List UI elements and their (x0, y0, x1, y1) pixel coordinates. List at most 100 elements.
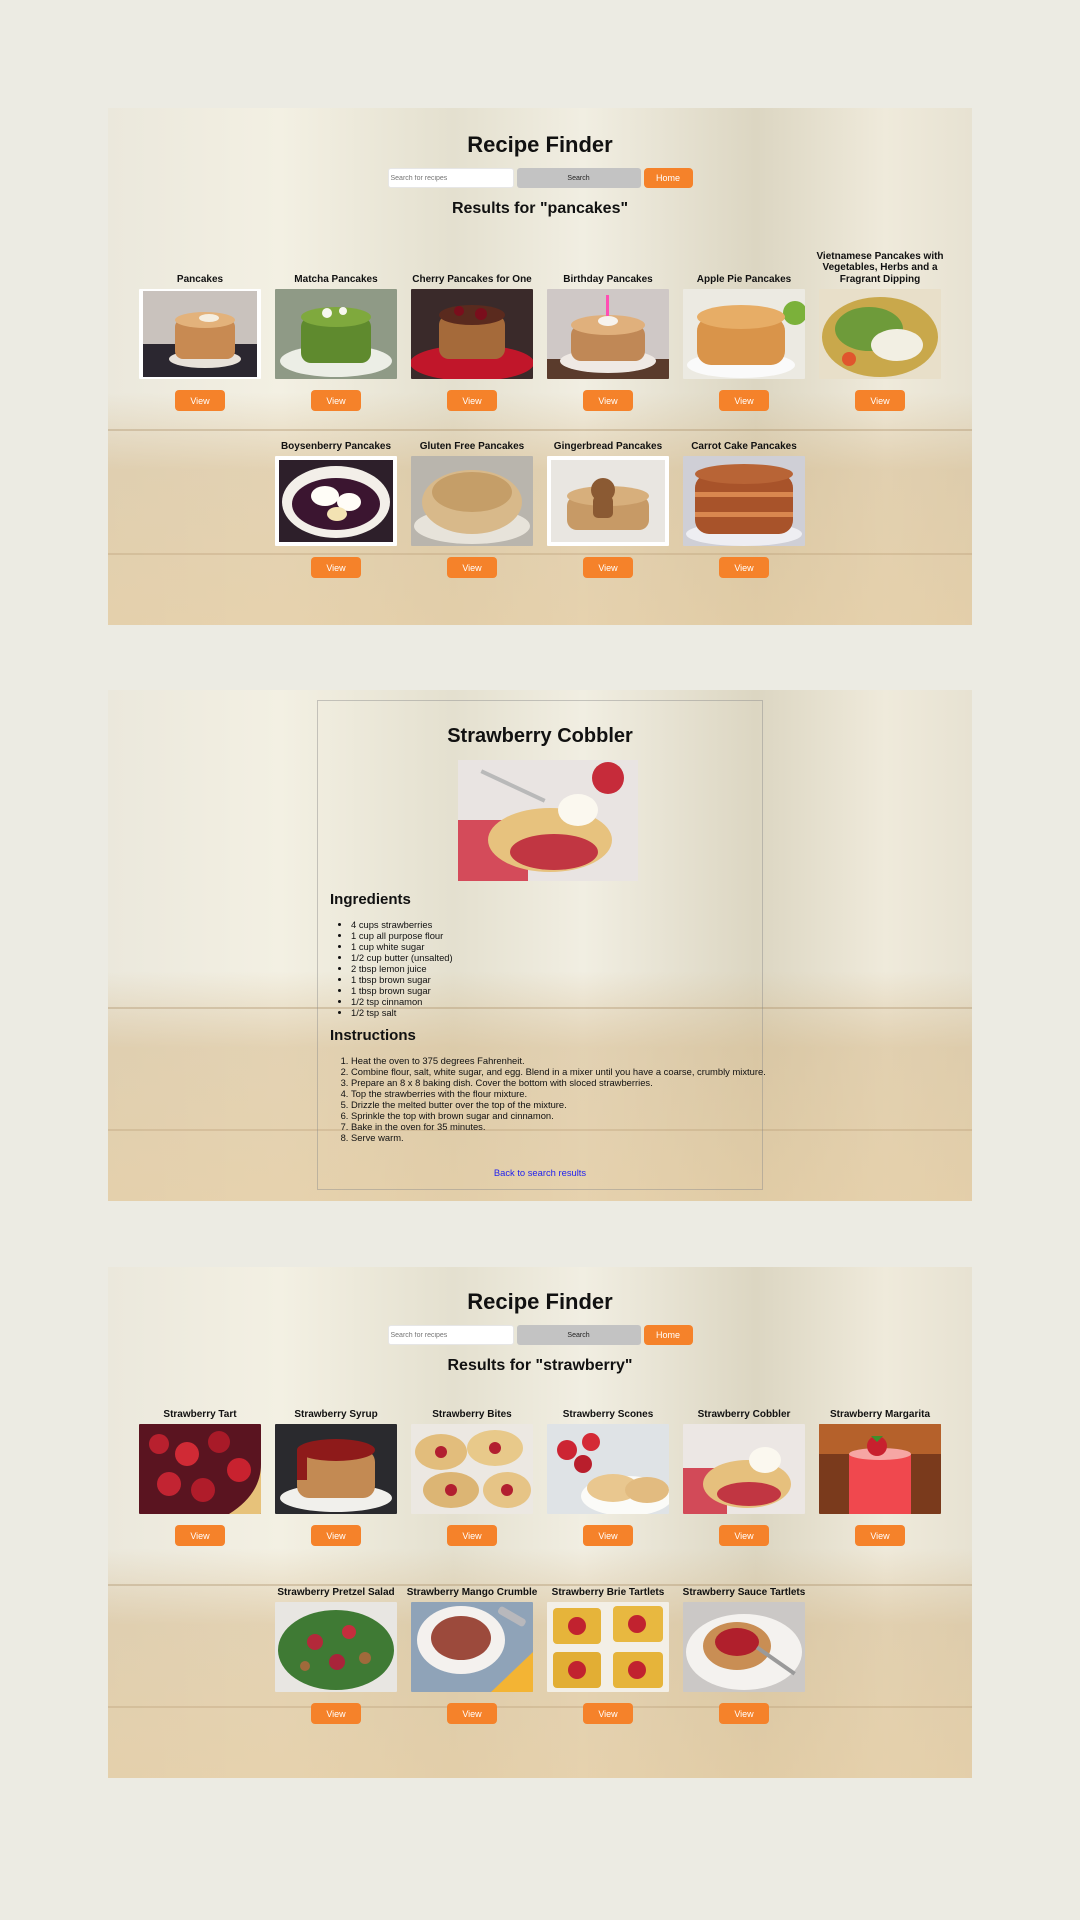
strawberry-results-screen: Recipe Finder Search Home Results for "s… (108, 1267, 972, 1778)
recipe-title: Strawberry Bites (432, 1408, 512, 1420)
recipe-image-strawberry-syrup[interactable] (275, 1424, 397, 1514)
home-button[interactable]: Home (643, 1325, 693, 1345)
recipe-image-strawberry-cobbler[interactable] (683, 1424, 805, 1514)
ingredients-list: 4 cups strawberries 1 cup all purpose fl… (330, 919, 453, 1018)
recipe-image-matcha-pancakes[interactable] (275, 289, 397, 379)
view-button[interactable]: View (447, 557, 497, 578)
recipe-title: Strawberry Pretzel Salad (277, 1586, 395, 1598)
ingredient-item: 4 cups strawberries (351, 919, 453, 930)
recipe-image-strawberry-mango-crumble[interactable] (411, 1602, 533, 1692)
ingredient-item: 1/2 tsp cinnamon (351, 996, 453, 1007)
ingredient-item: 1 cup all purpose flour (351, 930, 453, 941)
instruction-step: Prepare an 8 x 8 baking dish. Cover the … (351, 1077, 771, 1088)
instruction-step: Combine flour, salt, white sugar, and eg… (351, 1066, 771, 1077)
results-heading: Results for "pancakes" (451, 200, 629, 217)
app-title: Recipe Finder (467, 1289, 613, 1314)
recipe-image-strawberry-margarita[interactable] (819, 1424, 941, 1514)
view-button[interactable]: View (583, 1525, 633, 1546)
view-button[interactable]: View (719, 557, 769, 578)
recipe-title: Strawberry Tart (163, 1408, 237, 1420)
recipe-image-strawberry-scones[interactable] (547, 1424, 669, 1514)
recipe-title: Strawberry Cobbler (447, 725, 633, 747)
recipe-title: Strawberry Scones (562, 1408, 654, 1420)
app-title: Recipe Finder (467, 132, 613, 157)
search-button[interactable]: Search (516, 1325, 641, 1345)
recipe-image-pancakes[interactable] (139, 289, 261, 379)
recipe-detail-card: Strawberry Cobbler Ingredients 4 cups st… (317, 700, 766, 1190)
view-button[interactable]: View (583, 557, 633, 578)
instruction-step: Heat the oven to 375 degrees Fahrenheit. (351, 1055, 771, 1066)
recipe-title: Strawberry Margarita (829, 1408, 931, 1420)
view-button[interactable]: View (175, 1525, 225, 1546)
instructions-list: Heat the oven to 375 degrees Fahrenheit.… (330, 1055, 771, 1143)
back-to-results-link[interactable]: Back to search results (318, 1167, 762, 1178)
instruction-step: Serve warm. (351, 1132, 771, 1143)
instruction-step: Top the strawberries with the flour mixt… (351, 1088, 771, 1099)
home-button[interactable]: Home (643, 168, 693, 188)
recipe-title: Boysenberry Pancakes (280, 440, 392, 452)
recipe-title: Strawberry Mango Crumble (406, 1586, 538, 1598)
view-button[interactable]: View (583, 1703, 633, 1724)
recipe-image-vietnamese-pancakes[interactable] (819, 289, 941, 379)
recipe-image-gingerbread-pancakes[interactable] (547, 456, 669, 546)
ingredient-item: 1 tbsp brown sugar (351, 974, 453, 985)
recipe-image-strawberry-tart[interactable] (139, 1424, 261, 1514)
recipe-title: Pancakes (176, 273, 224, 285)
recipe-title: Strawberry Cobbler (697, 1408, 791, 1420)
recipe-title: Apple Pie Pancakes (696, 273, 792, 285)
recipe-image-boysenberry-pancakes[interactable] (275, 456, 397, 546)
view-button[interactable]: View (855, 1525, 905, 1546)
view-button[interactable]: View (311, 390, 361, 411)
recipe-title: Strawberry Sauce Tartlets (682, 1586, 806, 1598)
ingredient-item: 2 tbsp lemon juice (351, 963, 453, 974)
view-button[interactable]: View (447, 1525, 497, 1546)
view-button[interactable]: View (719, 1525, 769, 1546)
recipe-detail-screen: Strawberry Cobbler Ingredients 4 cups st… (108, 690, 972, 1201)
search-bar: Search Home (108, 1325, 972, 1345)
search-button[interactable]: Search (516, 168, 641, 188)
recipe-title: Strawberry Brie Tartlets (551, 1586, 665, 1598)
view-button[interactable]: View (311, 1525, 361, 1546)
instructions-heading: Instructions (330, 1027, 416, 1044)
ingredient-item: 1/2 cup butter (unsalted) (351, 952, 453, 963)
view-button[interactable]: View (719, 1703, 769, 1724)
ingredients-heading: Ingredients (330, 891, 411, 908)
recipe-image-cherry-pancakes[interactable] (411, 289, 533, 379)
recipe-title: Carrot Cake Pancakes (691, 440, 797, 452)
view-button[interactable]: View (855, 390, 905, 411)
view-button[interactable]: View (175, 390, 225, 411)
instruction-step: Drizzle the melted butter over the top o… (351, 1099, 771, 1110)
search-input[interactable] (387, 1325, 514, 1345)
recipe-title: Vietnamese Pancakes with Vegetables, Her… (816, 250, 944, 285)
recipe-image-strawberry-cobbler (458, 760, 638, 881)
recipe-image-strawberry-pretzel-salad[interactable] (275, 1602, 397, 1692)
ingredient-item: 1/2 tsp salt (351, 1007, 453, 1018)
ingredient-item: 1 tbsp brown sugar (351, 985, 453, 996)
instruction-step: Sprinkle the top with brown sugar and ci… (351, 1110, 771, 1121)
recipe-title: Gingerbread Pancakes (553, 440, 663, 452)
instruction-step: Bake in the oven for 35 minutes. (351, 1121, 771, 1132)
view-button[interactable]: View (719, 390, 769, 411)
recipe-image-strawberry-sauce-tartlets[interactable] (683, 1602, 805, 1692)
search-bar: Search Home (108, 168, 972, 188)
ingredient-item: 1 cup white sugar (351, 941, 453, 952)
view-button[interactable]: View (447, 1703, 497, 1724)
view-button[interactable]: View (447, 390, 497, 411)
recipe-image-strawberry-bites[interactable] (411, 1424, 533, 1514)
recipe-title: Strawberry Syrup (294, 1408, 378, 1420)
pancakes-results-screen: Recipe Finder Search Home Results for "p… (108, 108, 972, 625)
recipe-title: Birthday Pancakes (563, 273, 653, 285)
recipe-image-apple-pie-pancakes[interactable] (683, 289, 805, 379)
search-input[interactable] (387, 168, 514, 188)
recipe-image-carrot-cake-pancakes[interactable] (683, 456, 805, 546)
recipe-title: Cherry Pancakes for One (412, 273, 532, 285)
recipe-image-birthday-pancakes[interactable] (547, 289, 669, 379)
recipe-title: Gluten Free Pancakes (419, 440, 525, 452)
results-heading: Results for "strawberry" (447, 1357, 633, 1374)
view-button[interactable]: View (583, 390, 633, 411)
recipe-title: Matcha Pancakes (294, 273, 378, 285)
recipe-image-strawberry-brie-tartlets[interactable] (547, 1602, 669, 1692)
recipe-image-gluten-free-pancakes[interactable] (411, 456, 533, 546)
view-button[interactable]: View (311, 557, 361, 578)
view-button[interactable]: View (311, 1703, 361, 1724)
